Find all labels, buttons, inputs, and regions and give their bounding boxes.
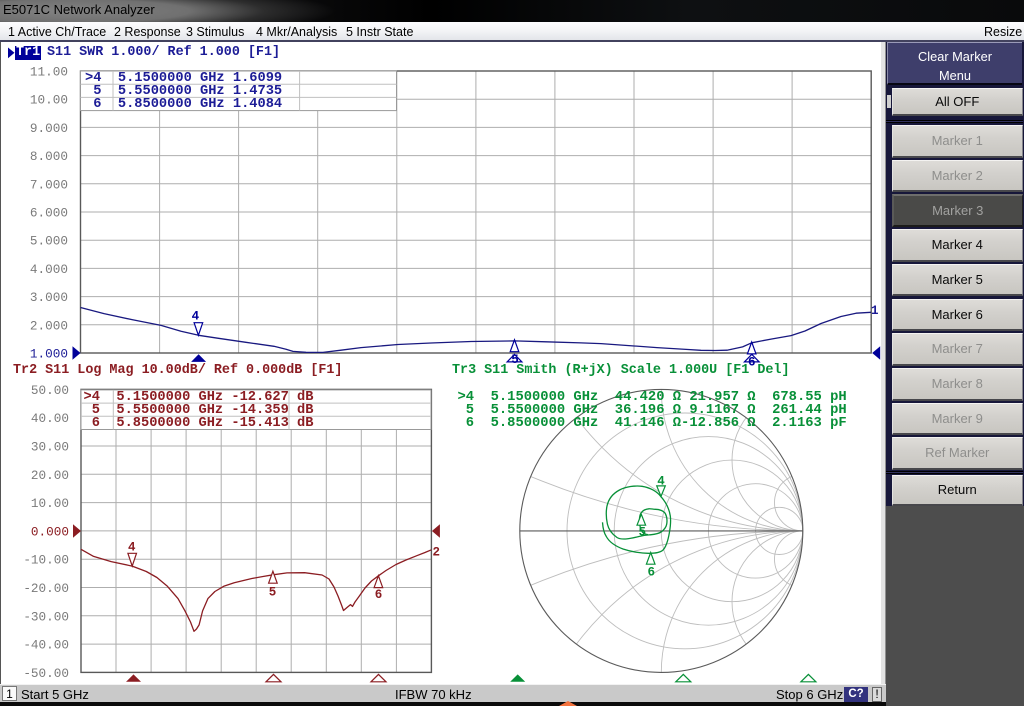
- svg-text:10.00: 10.00: [30, 93, 68, 108]
- svg-text:2.000: 2.000: [30, 318, 68, 333]
- svg-text:4: 4: [192, 309, 200, 323]
- svg-text:0.000: 0.000: [31, 524, 69, 539]
- svg-text:-30.00: -30.00: [23, 609, 69, 624]
- svg-text:1.000: 1.000: [30, 347, 68, 362]
- svg-text:10.00: 10.00: [31, 496, 69, 511]
- svg-text:4: 4: [128, 541, 136, 555]
- svg-text:-40.00: -40.00: [23, 638, 69, 653]
- svg-text:40.00: 40.00: [31, 411, 69, 426]
- svg-text:2: 2: [433, 546, 441, 560]
- svg-text:6.000: 6.000: [30, 206, 68, 221]
- svg-text:5.000: 5.000: [30, 234, 68, 249]
- svg-text:9.000: 9.000: [30, 121, 68, 136]
- svg-text:50.00: 50.00: [31, 383, 69, 398]
- svg-text:3.000: 3.000: [30, 290, 68, 305]
- svg-text:11.00: 11.00: [30, 65, 68, 80]
- svg-text:30.00: 30.00: [31, 440, 69, 455]
- svg-text:7.000: 7.000: [30, 177, 68, 192]
- svg-text:5: 5: [639, 526, 647, 540]
- svg-text:4.000: 4.000: [30, 262, 68, 277]
- svg-text:1: 1: [871, 304, 879, 318]
- svg-text:-10.00: -10.00: [23, 553, 69, 568]
- svg-text:-50.00: -50.00: [23, 666, 69, 681]
- svg-text:5: 5: [269, 585, 277, 599]
- svg-text:20.00: 20.00: [31, 468, 69, 483]
- svg-text:8.000: 8.000: [30, 149, 68, 164]
- svg-text:-20.00: -20.00: [23, 581, 69, 596]
- svg-text:4: 4: [657, 474, 665, 488]
- svg-text:6: 6: [647, 565, 655, 579]
- svg-text:6: 6: [375, 588, 383, 602]
